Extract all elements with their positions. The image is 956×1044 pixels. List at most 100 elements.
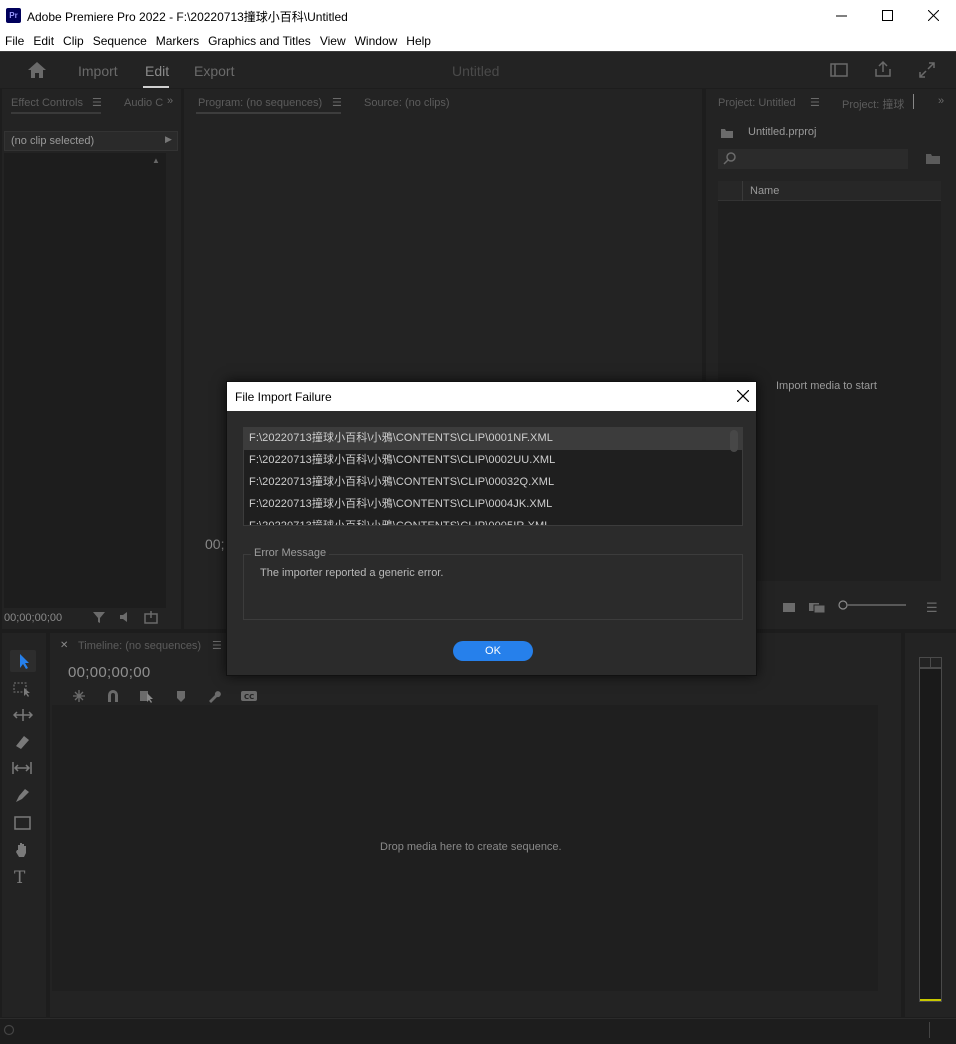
type-tool[interactable]: T [14,868,25,888]
menu-help[interactable]: Help [405,34,437,48]
ripple-edit-tool[interactable] [12,707,34,726]
workspace-header: Import Edit Export Untitled [0,51,956,88]
list-scrollbar-thumb[interactable] [730,430,738,452]
slip-tool[interactable] [11,760,33,779]
error-message-text: The importer reported a generic error. [260,567,444,579]
menu-clip[interactable]: Clip [62,34,90,48]
snap-toggle[interactable] [106,689,120,706]
add-marker-button[interactable] [175,689,187,706]
captions-button[interactable]: CC [240,690,258,705]
menu-sequence[interactable]: Sequence [92,34,153,48]
project-list-header: Name [718,181,941,201]
maximize-icon [881,9,893,21]
ok-button[interactable]: OK [453,641,533,661]
icon-view-icon[interactable] [782,602,796,616]
clip-status: (no clip selected) [11,135,95,147]
rectangle-tool[interactable] [13,815,33,834]
tab-project-2[interactable]: Project: 撞球 [842,96,912,112]
new-search-bin-icon[interactable] [925,152,941,168]
status-indicator-icon [3,1024,15,1039]
workspaces-button[interactable] [830,63,848,80]
tab-project-untitled[interactable]: Project: Untitled [718,97,796,109]
insert-overwrite-toggle[interactable] [72,689,86,706]
panel-overflow-icon[interactable]: » [938,95,944,107]
expand-icon [919,62,935,78]
razor-tool[interactable] [13,734,33,753]
freeform-view-icon[interactable] [808,602,826,616]
marker-icon [177,691,185,702]
audio-meter [919,668,942,1002]
panel-menu-icon[interactable]: ☰ [332,96,342,109]
wrench-icon [209,691,221,703]
selection-tool[interactable] [10,650,36,672]
linked-selection-toggle[interactable] [139,689,155,706]
minimize-button[interactable] [818,0,864,30]
panel-menu-icon[interactable]: ☰ [212,639,222,652]
zoom-slider[interactable] [838,599,908,611]
maximize-button[interactable] [864,0,910,30]
menu-view[interactable]: View [319,34,352,48]
workspaces-icon [830,63,848,77]
project-title: Untitled [452,63,500,79]
hand-tool[interactable] [13,841,33,862]
failed-files-list[interactable]: F:\20220713撞球小百科\小鴉\CONTENTS\CLIP\0001NF… [243,427,743,526]
premiere-app-icon: Pr [6,8,21,23]
audio-toggle-icon[interactable] [118,610,132,627]
panel-menu-icon[interactable]: ☰ [810,96,820,109]
dialog-title: File Import Failure [235,390,332,404]
tab-underline [196,112,341,114]
share-button[interactable] [874,60,892,81]
panel-menu-icon[interactable]: ☰ [92,96,102,109]
timeline-panel: ✕ Timeline: (no sequences) ☰ 00;00;00;00… [50,633,901,1017]
close-timeline-icon[interactable]: ✕ [60,640,68,651]
workspace-tab-export[interactable]: Export [194,63,234,79]
clip-selector[interactable]: (no clip selected) ▶ [4,131,178,151]
ripple-edit-icon [12,709,34,721]
tab-audio-clip-mixer[interactable]: Audio C [124,97,164,109]
project-search-input[interactable] [718,149,908,169]
filter-icon[interactable] [92,610,106,627]
workspace-tab-edit[interactable]: Edit [145,63,169,79]
audio-meters-panel [905,633,956,1017]
tab-timeline[interactable]: Timeline: (no sequences) [78,640,201,652]
close-window-button[interactable] [910,0,956,30]
effect-timecode: 00;00;00;00 [4,612,63,624]
window-title: Adobe Premiere Pro 2022 - F:\20220713撞球小… [27,10,348,24]
timeline-settings-button[interactable] [207,689,221,706]
minimize-icon [835,15,847,16]
track-select-icon [13,682,30,697]
error-message-legend: Error Message [251,547,330,559]
workspace-tab-import[interactable]: Import [78,63,118,79]
effect-controls-panel: Effect Controls ☰ Audio C » (no clip sel… [2,89,181,629]
menu-window[interactable]: Window [354,34,404,48]
dialog-close-button[interactable] [733,386,753,406]
pen-icon [16,789,29,802]
list-item[interactable]: F:\20220713撞球小百科\小鴉\CONTENTS\CLIP\0005IR… [244,516,742,525]
list-item[interactable]: F:\20220713撞球小百科\小鴉\CONTENTS\CLIP\0004JK… [244,494,742,516]
nest-icon [73,690,85,702]
panel-menu-icon[interactable]: ☰ [926,600,938,616]
export-frame-icon[interactable] [144,610,158,627]
menu-graphics-and-titles[interactable]: Graphics and Titles [207,34,317,48]
list-item[interactable]: F:\20220713撞球小百科\小鴉\CONTENTS\CLIP\00032Q… [244,472,742,494]
import-media-hint: Import media to start [776,380,877,392]
menu-edit[interactable]: Edit [32,34,60,48]
menu-markers[interactable]: Markers [155,34,205,48]
track-select-tool[interactable] [13,681,33,700]
list-item[interactable]: F:\20220713撞球小百科\小鴉\CONTENTS\CLIP\0002UU… [244,450,742,472]
tab-effect-controls[interactable]: Effect Controls [11,97,83,109]
close-icon [736,389,750,403]
tab-program[interactable]: Program: (no sequences) [198,97,322,109]
column-name-header[interactable]: Name [750,185,779,197]
home-button[interactable] [27,61,47,82]
drop-media-hint: Drop media here to create sequence. [380,841,562,853]
panel-overflow-icon[interactable]: » [167,95,173,107]
scroll-up-icon[interactable]: ▲ [152,156,160,165]
pen-tool[interactable] [13,787,33,806]
active-tab-underline [143,86,169,88]
selection-arrow-icon [20,654,29,669]
menu-file[interactable]: File [4,34,30,48]
fullscreen-button[interactable] [918,61,936,82]
tab-source[interactable]: Source: (no clips) [364,97,450,109]
list-item[interactable]: F:\20220713撞球小百科\小鴉\CONTENTS\CLIP\0001NF… [244,428,742,450]
